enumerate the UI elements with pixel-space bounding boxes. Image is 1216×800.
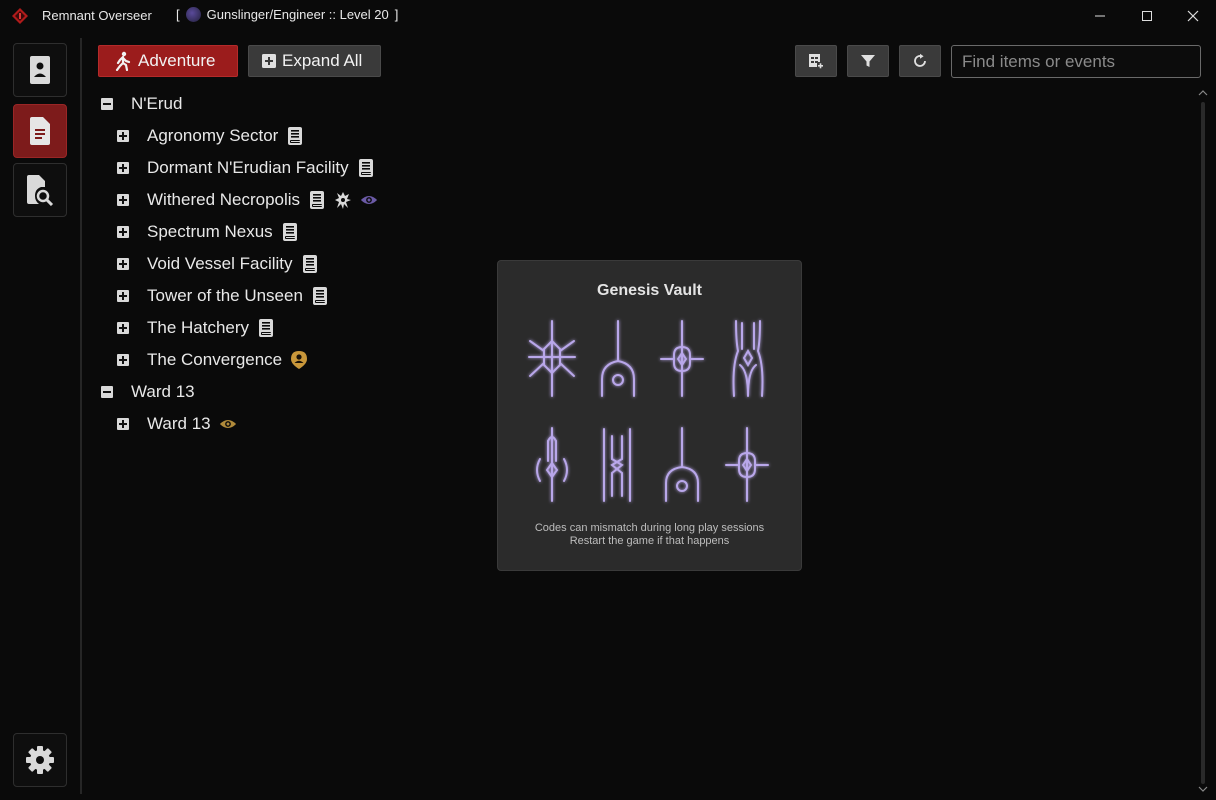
search-input[interactable] bbox=[951, 45, 1201, 78]
add-table-button[interactable] bbox=[795, 45, 837, 77]
scroll-up-icon bbox=[1198, 90, 1208, 96]
refresh-button[interactable] bbox=[899, 45, 941, 77]
minimize-icon bbox=[1095, 15, 1105, 17]
nav-item-search-button[interactable] bbox=[13, 163, 67, 217]
adventure-button[interactable]: Adventure bbox=[98, 45, 238, 77]
glyph-5 bbox=[536, 427, 568, 502]
eye-icon[interactable] bbox=[219, 414, 237, 434]
tree-location-row[interactable]: Withered Necropolis bbox=[117, 188, 378, 212]
tree-location-row[interactable]: Dormant N'Erudian Facility bbox=[117, 156, 375, 180]
expand-toggle-icon[interactable] bbox=[117, 354, 129, 366]
tree-location-row[interactable]: The Convergence bbox=[117, 348, 308, 372]
tree-label: Void Vessel Facility bbox=[147, 254, 293, 273]
nav-settings-button[interactable] bbox=[13, 733, 67, 787]
expand-toggle-icon[interactable] bbox=[117, 290, 129, 302]
boss-icon[interactable] bbox=[334, 190, 352, 210]
nav-tracker-button[interactable] bbox=[13, 104, 67, 158]
tree-label: N'Erud bbox=[131, 94, 183, 113]
maximize-button[interactable] bbox=[1124, 0, 1170, 32]
popup-note: Codes can mismatch during long play sess… bbox=[498, 522, 801, 548]
character-avatar bbox=[185, 7, 201, 22]
refresh-icon bbox=[914, 53, 926, 67]
minimize-button[interactable] bbox=[1077, 0, 1123, 32]
book-icon[interactable] bbox=[257, 318, 275, 338]
title-bar: Remnant Overseer [ Gunslinger/Engineer :… bbox=[0, 0, 1216, 32]
tree-label: The Hatchery bbox=[147, 318, 250, 337]
collapse-toggle-icon[interactable] bbox=[101, 386, 113, 398]
collapse-toggle-icon[interactable] bbox=[101, 98, 113, 110]
tree-label: Tower of the Unseen bbox=[147, 286, 303, 305]
bracket-close: ] bbox=[394, 7, 399, 22]
book-icon[interactable] bbox=[301, 254, 319, 274]
walking-person-icon bbox=[115, 51, 131, 71]
tree-group-row[interactable]: N'Erud bbox=[101, 92, 182, 116]
character-selector[interactable]: [ Gunslinger/Engineer :: Level 20 ] bbox=[176, 7, 398, 22]
expand-toggle-icon[interactable] bbox=[117, 418, 129, 430]
id-card-icon bbox=[30, 56, 50, 84]
expand-toggle-icon[interactable] bbox=[117, 194, 129, 206]
tree-location-row[interactable]: Ward 13 bbox=[117, 412, 237, 436]
bracket-open: [ bbox=[176, 7, 180, 22]
glyph-1 bbox=[528, 320, 576, 397]
scroll-down-icon bbox=[1198, 786, 1208, 792]
tree-location-row[interactable]: Spectrum Nexus bbox=[117, 220, 299, 244]
filter-icon bbox=[861, 55, 875, 67]
person-icon[interactable] bbox=[290, 350, 308, 370]
tree-location-row[interactable]: Void Vessel Facility bbox=[117, 252, 319, 276]
tree-label: Dormant N'Erudian Facility bbox=[147, 158, 349, 177]
tree-label: Ward 13 bbox=[147, 414, 211, 433]
eye-icon[interactable] bbox=[360, 190, 378, 210]
popup-note-line-1: Codes can mismatch during long play sess… bbox=[534, 522, 765, 534]
table-plus-icon bbox=[809, 54, 824, 69]
book-icon[interactable] bbox=[281, 222, 299, 242]
close-icon bbox=[1187, 10, 1199, 22]
expand-toggle-icon[interactable] bbox=[117, 226, 129, 238]
glyph-7 bbox=[665, 427, 699, 502]
book-icon[interactable] bbox=[308, 190, 326, 210]
tree-location-row[interactable]: Tower of the Unseen bbox=[117, 284, 329, 308]
expand-all-button[interactable]: Expand All bbox=[248, 45, 381, 77]
tree-label: Ward 13 bbox=[131, 382, 195, 401]
glyph-6 bbox=[603, 428, 631, 502]
book-icon[interactable] bbox=[286, 126, 304, 146]
character-label: Gunslinger/Engineer :: Level 20 bbox=[206, 7, 389, 22]
expand-toggle-icon[interactable] bbox=[117, 162, 129, 174]
document-search-icon bbox=[27, 175, 54, 206]
tree-group-row[interactable]: Ward 13 bbox=[101, 380, 195, 404]
expand-toggle-icon[interactable] bbox=[117, 322, 129, 334]
popup-note-line-2: Restart the game if that happens bbox=[569, 535, 730, 547]
nav-divider bbox=[80, 38, 82, 794]
tree-location-row[interactable]: The Hatchery bbox=[117, 316, 275, 340]
glyph-2 bbox=[601, 320, 635, 397]
genesis-vault-popup: Genesis Vault Codes can mismatch during … bbox=[497, 260, 802, 571]
expand-toggle-icon[interactable] bbox=[117, 258, 129, 270]
tree-label: Withered Necropolis bbox=[147, 190, 301, 209]
plus-square-icon bbox=[262, 54, 276, 68]
document-icon bbox=[30, 117, 50, 145]
expand-all-label: Expand All bbox=[282, 51, 363, 70]
adventure-label: Adventure bbox=[138, 51, 216, 70]
tree-location-row[interactable]: Agronomy Sector bbox=[117, 124, 304, 148]
nav-character-button[interactable] bbox=[13, 43, 67, 97]
filter-button[interactable] bbox=[847, 45, 889, 77]
app-logo-icon bbox=[12, 8, 28, 24]
scroll-track[interactable] bbox=[1201, 102, 1205, 784]
book-icon[interactable] bbox=[357, 158, 375, 178]
book-icon[interactable] bbox=[311, 286, 329, 306]
app-title: Remnant Overseer bbox=[42, 8, 152, 23]
scrollbar[interactable] bbox=[1196, 88, 1210, 796]
gear-icon bbox=[26, 746, 54, 774]
tree-label: Agronomy Sector bbox=[147, 126, 279, 145]
maximize-icon bbox=[1142, 11, 1152, 21]
glyph-3 bbox=[660, 320, 704, 397]
glyph-4 bbox=[732, 320, 764, 397]
expand-toggle-icon[interactable] bbox=[117, 130, 129, 142]
glyph-8 bbox=[725, 427, 769, 502]
close-button[interactable] bbox=[1170, 0, 1216, 32]
tree-label: Spectrum Nexus bbox=[147, 222, 273, 241]
tree-label: The Convergence bbox=[147, 350, 283, 369]
